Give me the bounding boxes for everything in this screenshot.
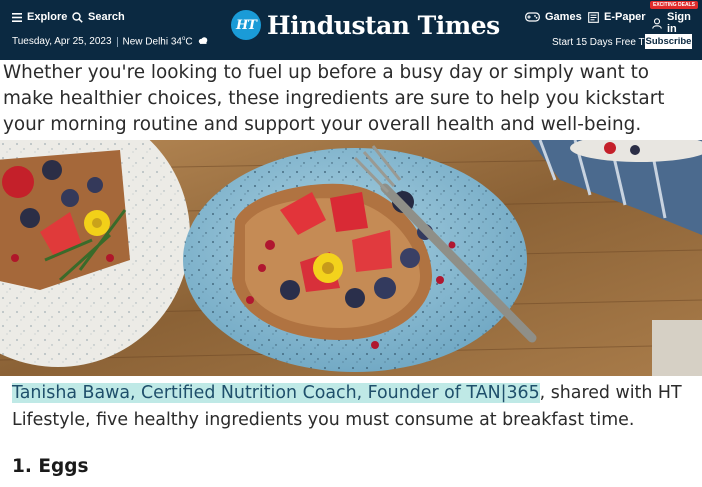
signin-label: Sign in	[667, 11, 691, 35]
logo-badge: HT	[231, 10, 261, 40]
games-link[interactable]: Games	[525, 11, 582, 23]
search-label: Search	[88, 11, 125, 23]
subscribe-button[interactable]: Subscribe	[645, 34, 692, 49]
site-header: Explore Search Tuesday, Apr 25, 2023 New…	[0, 0, 702, 60]
date-weather-bar: Tuesday, Apr 25, 2023 New Delhi 34oC	[12, 36, 208, 47]
explore-button[interactable]: Explore	[12, 11, 67, 23]
current-date: Tuesday, Apr 25, 2023	[12, 36, 112, 48]
epaper-link[interactable]: E-Paper	[588, 11, 646, 23]
epaper-label: E-Paper	[604, 11, 646, 23]
article-paragraph: Whether you're looking to fuel up before…	[3, 62, 665, 135]
search-button[interactable]: Search	[72, 11, 125, 23]
weather-cloud-icon	[198, 36, 208, 47]
newspaper-icon	[588, 11, 599, 23]
article-photo	[0, 140, 702, 376]
section-heading-eggs: 1. Eggs	[12, 456, 89, 477]
weather-unit: C	[185, 36, 193, 48]
free-trial-text[interactable]: Start 15 Days Free Trial	[552, 37, 658, 48]
user-icon	[652, 17, 662, 29]
expert-highlight[interactable]: Tanisha Bawa, Certified Nutrition Coach,…	[12, 383, 540, 403]
menu-icon	[12, 12, 22, 22]
weather-text: New Delhi 34oC	[123, 36, 193, 47]
logo-wordmark: Hindustan Times	[267, 10, 500, 40]
exciting-deals-badge[interactable]: EXCITING DEALS	[650, 1, 698, 9]
weather-temperature: New Delhi 34	[122, 36, 182, 48]
gamepad-icon	[525, 12, 540, 22]
search-icon	[72, 11, 83, 23]
games-label: Games	[545, 11, 582, 23]
breakfast-toast-image	[0, 140, 702, 376]
signin-link[interactable]: Sign in	[652, 11, 702, 35]
explore-label: Explore	[27, 11, 68, 23]
divider	[116, 36, 118, 47]
article-paragraph-attribution: Tanisha Bawa, Certified Nutrition Coach,…	[12, 380, 696, 434]
site-logo[interactable]: HT Hindustan Times	[231, 10, 500, 40]
